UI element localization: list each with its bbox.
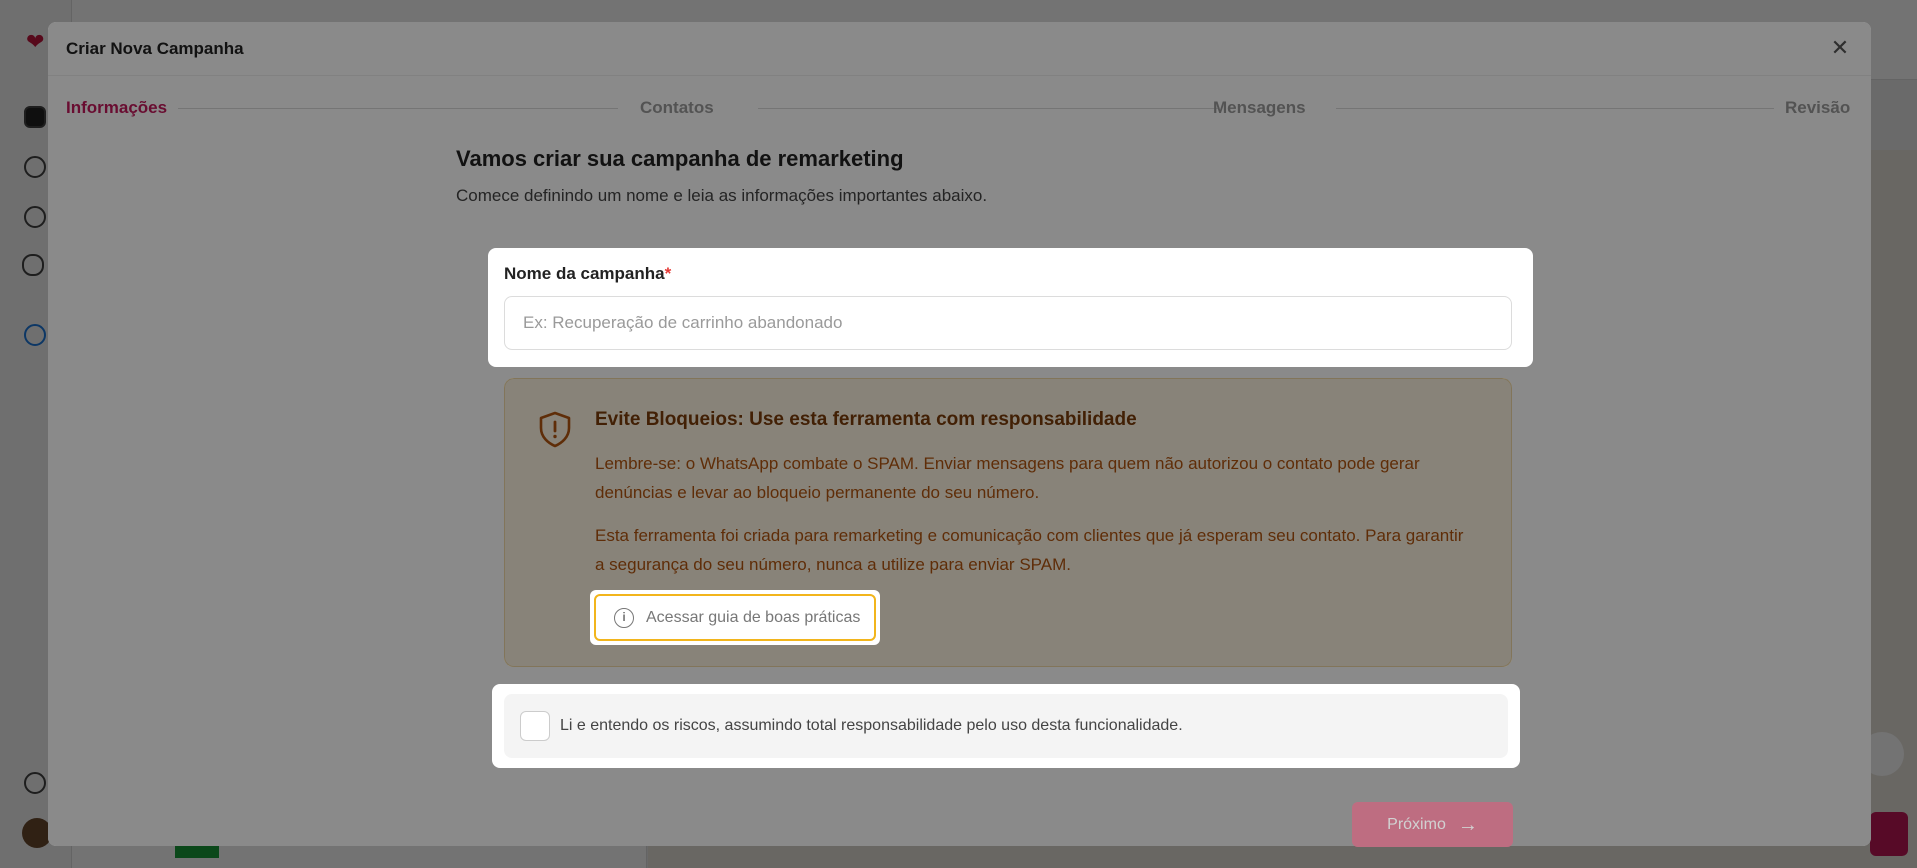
page-title: Vamos criar sua campanha de remarketing — [456, 146, 904, 171]
campaign-name-input[interactable] — [504, 296, 1512, 350]
agreement-label: Li e entendo os riscos, assumindo total … — [560, 717, 1183, 734]
modal-header: Criar Nova Campanha ✕ — [48, 22, 1871, 76]
shield-alert-icon — [539, 411, 571, 448]
agreement-checkbox[interactable] — [520, 711, 550, 741]
page-subtitle: Comece definindo um nome e leia as infor… — [456, 186, 988, 205]
info-icon: i — [614, 607, 634, 628]
campaign-name-card: Nome da campanha* — [488, 248, 1533, 367]
create-campaign-modal: Criar Nova Campanha ✕ Informações Contat… — [48, 22, 1871, 847]
agreement-row: Li e entendo os riscos, assumindo total … — [504, 694, 1508, 758]
step-contatos: Contatos — [640, 98, 714, 117]
modal-title: Criar Nova Campanha — [66, 39, 244, 58]
stepper: Informações Contatos Mensagens Revisão — [66, 96, 1853, 126]
warning-title: Evite Bloqueios: Use esta ferramenta com… — [595, 409, 1137, 430]
warning-paragraph: Lembre-se: o WhatsApp combate o SPAM. En… — [595, 454, 1420, 502]
guide-button-label: Acessar guia de boas práticas — [646, 608, 861, 626]
step-revisao: Revisão — [1785, 98, 1851, 117]
best-practices-guide-button[interactable]: i Acessar guia de boas práticas — [594, 594, 876, 641]
step-divider — [758, 108, 1218, 109]
step-informacoes: Informações — [66, 98, 168, 117]
next-button-dim — [1352, 802, 1513, 847]
close-icon[interactable]: ✕ — [1827, 35, 1853, 61]
next-button[interactable]: Próximo → — [1352, 802, 1513, 847]
warning-paragraph: Esta ferramenta foi criada para remarket… — [595, 526, 1464, 574]
campaign-name-label: Nome da campanha* — [504, 264, 672, 283]
step-mensagens: Mensagens — [1213, 98, 1306, 117]
guide-button-spotlight: i Acessar guia de boas práticas — [590, 590, 880, 645]
step-divider — [178, 108, 618, 109]
agreement-card: Li e entendo os riscos, assumindo total … — [492, 684, 1520, 768]
step-divider — [1336, 108, 1774, 109]
